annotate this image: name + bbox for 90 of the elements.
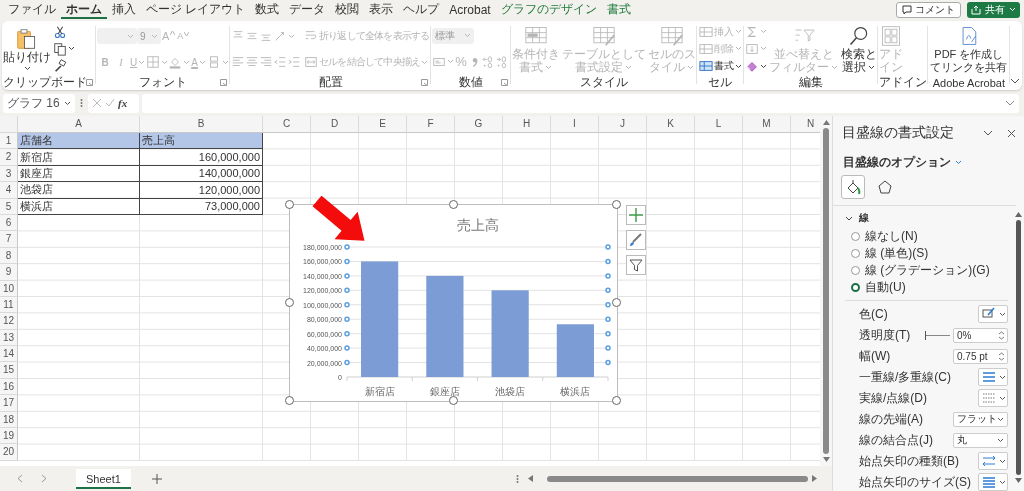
menu-tab[interactable]: Acrobat: [444, 0, 496, 19]
group-label: Adobe Acrobat: [932, 76, 1005, 89]
dropdown[interactable]: 丸: [953, 432, 1008, 448]
menu-tab[interactable]: 数式: [250, 0, 285, 19]
ribbon-button[interactable]: 書式: [697, 58, 743, 75]
menu-tab[interactable]: 書式: [601, 0, 636, 19]
axis-label: 池袋店: [495, 386, 526, 397]
row-header[interactable]: 2: [0, 149, 18, 166]
table-cell[interactable]: 120,000,000: [140, 182, 263, 199]
menu-tab[interactable]: ホーム: [61, 0, 107, 19]
table-cell[interactable]: 73,000,000: [140, 198, 263, 215]
ribbon-button[interactable]: PDF を作成してリンクを共有: [928, 24, 1009, 74]
column-header[interactable]: D: [311, 116, 359, 133]
radio-label: 線 (グラデーション)(G): [865, 261, 990, 279]
pane-title: 目盛線の書式設定: [842, 124, 955, 142]
share-button[interactable]: 共有: [967, 1, 1020, 18]
column-header[interactable]: E: [359, 116, 407, 133]
column-header[interactable]: N: [791, 116, 820, 133]
column-header[interactable]: J: [599, 116, 647, 133]
property-label: 一重線/多重線(C): [859, 368, 951, 386]
menu-tab[interactable]: ファイル: [3, 0, 61, 19]
menu-tab[interactable]: ヘルプ: [398, 0, 445, 19]
column-header[interactable]: F: [407, 116, 455, 133]
property-label: 始点矢印のサイズ(S): [859, 473, 971, 491]
column-header[interactable]: G: [455, 116, 503, 133]
property-label: 透明度(T): [859, 326, 911, 344]
axis-label: 横浜店: [560, 386, 591, 397]
column-header[interactable]: M: [743, 116, 791, 133]
property-label: 始点矢印の種類(B): [859, 452, 959, 470]
row-header[interactable]: 7: [0, 231, 18, 248]
menu-tab[interactable]: グラフのデザイン: [495, 0, 602, 19]
column-header[interactable]: A: [18, 116, 140, 133]
chart-title: 売上高: [456, 217, 499, 233]
width-field[interactable]: 0.75 pt: [953, 348, 1008, 364]
group-label: フォント: [138, 74, 187, 91]
menu-tab[interactable]: データ: [284, 0, 331, 19]
dropdown[interactable]: フラット: [953, 411, 1008, 427]
row-header[interactable]: 20: [0, 444, 18, 461]
row-header[interactable]: 17: [0, 395, 18, 412]
row-header[interactable]: 15: [0, 362, 18, 379]
row-header[interactable]: 14: [0, 346, 18, 363]
property-label: 実線/点線(D): [859, 389, 927, 407]
group-label: セル: [708, 74, 733, 91]
radio-label: 自動(U): [865, 278, 906, 296]
column-header[interactable]: L: [695, 116, 743, 133]
table-cell[interactable]: 140,000,000: [140, 165, 263, 183]
insert-function-button[interactable]: fx: [118, 97, 128, 109]
group-label: アドイン: [878, 74, 927, 91]
menu-tab[interactable]: 校閲: [330, 0, 365, 19]
table-cell[interactable]: 売上高: [140, 133, 263, 150]
sheet-tab[interactable]: Sheet1: [76, 468, 131, 489]
ribbon-button[interactable]: 検索と選択: [840, 24, 877, 74]
column-header[interactable]: K: [647, 116, 695, 133]
table-cell[interactable]: 池袋店: [18, 182, 140, 199]
table-cell[interactable]: 店舗名: [18, 133, 140, 150]
row-header[interactable]: 1: [0, 133, 18, 150]
column-header[interactable]: B: [140, 116, 263, 133]
section-header[interactable]: 線: [845, 210, 869, 226]
axis-label: 銀座店: [429, 386, 460, 397]
property-label: 幅(W): [859, 347, 891, 365]
group-label: スタイル: [579, 74, 628, 91]
table-cell[interactable]: 銀座店: [18, 165, 140, 183]
table-cell[interactable]: 横浜店: [18, 198, 140, 215]
comment-button[interactable]: コメント: [896, 1, 961, 18]
menu-tab[interactable]: 表示: [364, 0, 399, 19]
row-header[interactable]: 19: [0, 428, 18, 445]
group-label: 数値: [459, 74, 484, 91]
group-label: 編集: [798, 74, 823, 91]
column-header[interactable]: H: [503, 116, 551, 133]
row-header[interactable]: 4: [0, 182, 18, 199]
name-box[interactable]: グラフ 16: [3, 93, 75, 113]
axis-label: 新宿店: [364, 386, 395, 397]
property-label: 線の先端(A): [859, 410, 923, 428]
column-header[interactable]: I: [551, 116, 599, 133]
group-label: クリップボード: [3, 74, 87, 91]
percent-field[interactable]: 0%: [953, 327, 1008, 343]
radio-label: 線 (単色)(S): [865, 244, 929, 262]
radio-label: 線なし(N): [865, 227, 918, 245]
property-label: 線の結合点(J): [859, 431, 933, 449]
options-dropdown[interactable]: 目盛線のオプション: [833, 142, 1024, 171]
paste-button[interactable]: 貼り付け: [3, 27, 51, 71]
group-label: 配置: [318, 74, 343, 91]
menu-tab[interactable]: ページ レイアウト: [141, 0, 251, 19]
property-label: 色(C): [859, 305, 888, 323]
table-cell[interactable]: 160,000,000: [140, 149, 263, 166]
table-cell[interactable]: 新宿店: [18, 149, 140, 166]
column-header[interactable]: C: [263, 116, 311, 133]
row-header[interactable]: 12: [0, 313, 18, 330]
menu-tab[interactable]: 挿入: [107, 0, 141, 19]
row-header[interactable]: 9: [0, 264, 18, 281]
